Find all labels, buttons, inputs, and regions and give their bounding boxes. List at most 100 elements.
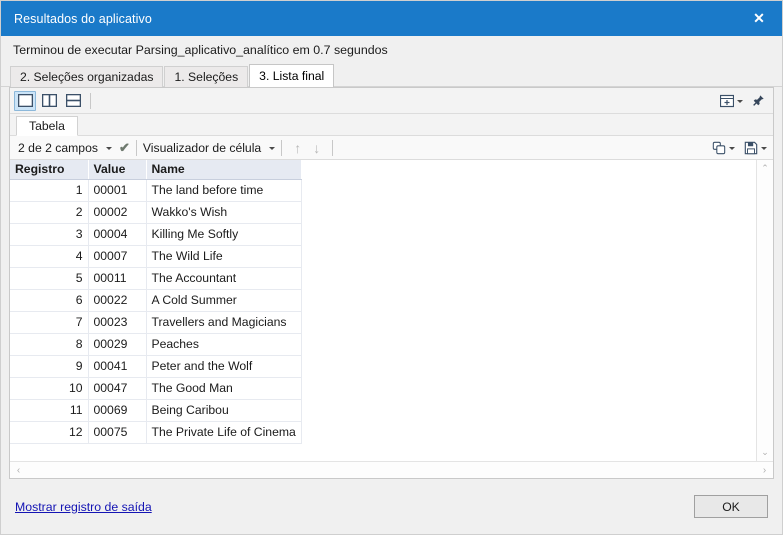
copy-icon (712, 141, 726, 154)
layout-single-pane-button[interactable] (14, 90, 36, 111)
table-row[interactable]: 2 00002 Wakko's Wish (10, 201, 302, 224)
cell-viewer-label: Visualizador de célula (142, 140, 262, 155)
cell-value[interactable]: 00023 (88, 311, 147, 334)
cell-name[interactable]: Peaches (146, 333, 302, 356)
cell-registro[interactable]: 5 (10, 267, 89, 290)
fields-count-caret-icon (105, 147, 112, 150)
sub-tab-tabela[interactable]: Tabela (16, 116, 78, 136)
table-row[interactable]: 4 00007 The Wild Life (10, 245, 302, 268)
cell-viewer-caret-icon (269, 147, 276, 150)
scroll-down-button[interactable]: ⌄ (757, 444, 774, 461)
cell-registro[interactable]: 6 (10, 289, 89, 312)
vertical-split-icon (41, 94, 57, 107)
cell-registro[interactable]: 11 (10, 399, 89, 422)
apply-check-icon[interactable]: ✔ (119, 140, 130, 156)
cell-value[interactable]: 00041 (88, 355, 147, 378)
layout-vertical-split-button[interactable] (38, 91, 60, 111)
layout-horizontal-split-button[interactable] (62, 91, 84, 111)
vertical-scrollbar[interactable]: ⌃ ⌄ (756, 160, 773, 461)
table-row[interactable]: 9 00041 Peter and the Wolf (10, 355, 302, 378)
move-down-button[interactable]: ↓ (307, 138, 326, 157)
table-header-row: Registro Value Name (10, 160, 302, 180)
view-toolbar (10, 88, 773, 114)
scroll-right-button[interactable]: › (756, 462, 773, 479)
layout-button-group (14, 90, 84, 111)
scroll-up-button[interactable]: ⌃ (757, 160, 774, 177)
cell-value[interactable]: 00011 (88, 267, 147, 290)
add-panel-button[interactable] (719, 91, 744, 111)
results-panel: Tabela 2 de 2 campos ✔ Visualizador de c… (9, 87, 774, 479)
cell-registro[interactable]: 12 (10, 421, 89, 444)
single-pane-icon (17, 94, 33, 107)
cell-name[interactable]: Killing Me Softly (146, 223, 302, 246)
tab-lista-final[interactable]: 3. Lista final (249, 64, 335, 87)
cell-name[interactable]: Travellers and Magicians (146, 311, 302, 334)
column-header-registro[interactable]: Registro (10, 160, 89, 180)
cell-viewer-dropdown[interactable]: Visualizador de célula (142, 140, 276, 155)
cell-value[interactable]: 00002 (88, 201, 147, 224)
tab-selecoes-organizadas[interactable]: 2. Seleções organizadas (10, 66, 164, 87)
field-separator-1 (135, 139, 137, 156)
sub-tab-strip: Tabela (10, 114, 773, 136)
cell-registro[interactable]: 1 (10, 179, 89, 202)
cell-registro[interactable]: 8 (10, 333, 89, 356)
horizontal-scrollbar[interactable]: ‹ › (10, 461, 773, 478)
cell-value[interactable]: 00029 (88, 333, 147, 356)
grid-container: Registro Value Name 1 00001 The land befor… (10, 160, 773, 461)
tab-strip: 2. Seleções organizadas 1. Seleções 3. L… (1, 64, 782, 87)
results-table: Registro Value Name 1 00001 The land befor… (10, 160, 302, 444)
cell-name[interactable]: A Cold Summer (146, 289, 302, 312)
copy-button[interactable] (711, 138, 736, 158)
add-panel-icon (720, 94, 734, 107)
cell-name[interactable]: Peter and the Wolf (146, 355, 302, 378)
cell-value[interactable]: 00004 (88, 223, 147, 246)
field-toolbar: 2 de 2 campos ✔ Visualizador de célula ↑… (10, 136, 773, 160)
cell-registro[interactable]: 10 (10, 377, 89, 400)
cell-name[interactable]: The Good Man (146, 377, 302, 400)
table-row[interactable]: 1 00001 The land before time (10, 179, 302, 202)
fields-count-label: 2 de 2 campos (18, 140, 98, 155)
cell-registro[interactable]: 9 (10, 355, 89, 378)
cell-value[interactable]: 00047 (88, 377, 147, 400)
application-results-dialog: Resultados do aplicativo ✕ Terminou de e… (0, 0, 783, 535)
save-button[interactable] (743, 138, 768, 158)
cell-name[interactable]: The land before time (146, 179, 302, 202)
column-header-name[interactable]: Name (146, 160, 302, 180)
cell-name[interactable]: Being Caribou (146, 399, 302, 422)
column-header-value[interactable]: Value (88, 160, 147, 180)
close-icon[interactable]: ✕ (736, 1, 782, 36)
table-row[interactable]: 11 00069 Being Caribou (10, 399, 302, 422)
move-up-button[interactable]: ↑ (288, 138, 307, 157)
table-row[interactable]: 7 00023 Travellers and Magicians (10, 311, 302, 334)
cell-value[interactable]: 00007 (88, 245, 147, 268)
tab-selecoes[interactable]: 1. Seleções (164, 66, 249, 87)
cell-name[interactable]: The Private Life of Cinema (146, 421, 302, 444)
table-row[interactable]: 12 00075 The Private Life of Cinema (10, 421, 302, 444)
table-row[interactable]: 3 00004 Killing Me Softly (10, 223, 302, 246)
table-row[interactable]: 5 00011 The Accountant (10, 267, 302, 290)
ok-button[interactable]: OK (694, 495, 768, 518)
pin-button[interactable] (750, 91, 766, 111)
table-row[interactable]: 6 00022 A Cold Summer (10, 289, 302, 312)
cell-value[interactable]: 00069 (88, 399, 147, 422)
table-row[interactable]: 8 00029 Peaches (10, 333, 302, 356)
field-separator-3 (332, 139, 334, 156)
dialog-footer: Mostrar registro de saída OK (1, 479, 782, 534)
cell-name[interactable]: The Wild Life (146, 245, 302, 268)
cell-name[interactable]: The Accountant (146, 267, 302, 290)
table-row[interactable]: 10 00047 The Good Man (10, 377, 302, 400)
cell-registro[interactable]: 3 (10, 223, 89, 246)
scroll-left-button[interactable]: ‹ (10, 462, 27, 479)
cell-value[interactable]: 00022 (88, 289, 147, 312)
title-bar: Resultados do aplicativo ✕ (1, 1, 782, 36)
cell-registro[interactable]: 7 (10, 311, 89, 334)
cell-value[interactable]: 00075 (88, 421, 147, 444)
cell-registro[interactable]: 2 (10, 201, 89, 224)
fields-count-dropdown[interactable]: 2 de 2 campos (18, 141, 112, 155)
cell-registro[interactable]: 4 (10, 245, 89, 268)
show-output-log-link[interactable]: Mostrar registro de saída (15, 500, 152, 514)
field-separator-2 (281, 139, 283, 156)
cell-name[interactable]: Wakko's Wish (146, 201, 302, 224)
cell-value[interactable]: 00001 (88, 179, 147, 202)
copy-caret-icon (729, 147, 735, 150)
